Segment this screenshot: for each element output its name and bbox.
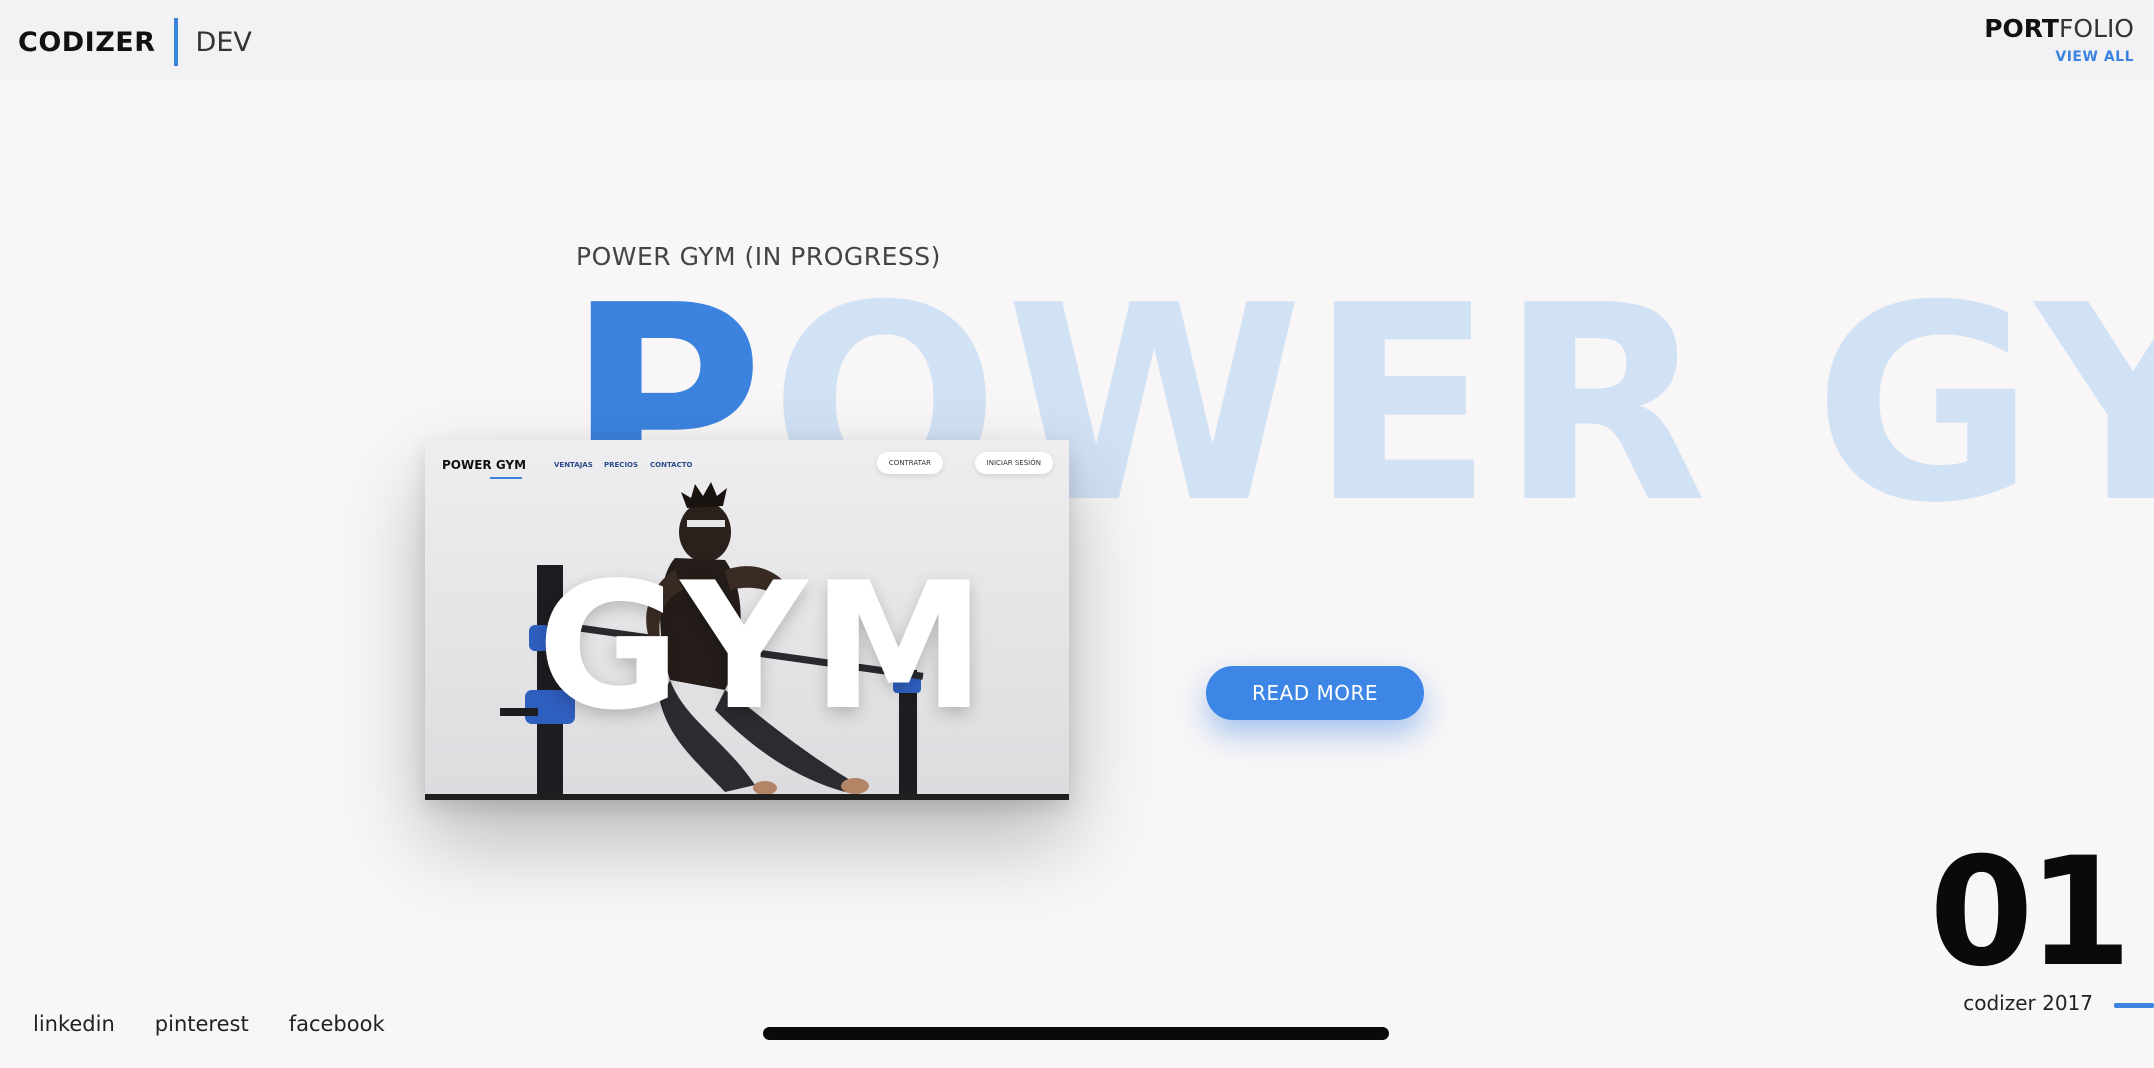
read-more-button[interactable]: READ MORE <box>1206 666 1424 720</box>
mockup-nav: POWER GYM VENTAJAS PRECIOS CONTACTO CONT… <box>442 452 1053 488</box>
mockup-link-contacto: CONTACTO <box>650 461 693 469</box>
slide-caption: codizer 2017 <box>1963 991 2093 1015</box>
portfolio-nav: PORTFOLIO VIEW ALL <box>1984 14 2134 65</box>
social-link-facebook[interactable]: facebook <box>289 1012 385 1036</box>
mockup-contratar-button: CONTRATAR <box>876 452 943 474</box>
portfolio-title[interactable]: PORTFOLIO <box>1984 14 2134 43</box>
social-link-pinterest[interactable]: pinterest <box>155 1012 249 1036</box>
mockup-hero-word: GYM <box>537 546 990 749</box>
mockup-bottom-edge <box>425 794 1069 800</box>
home-indicator[interactable] <box>763 1027 1389 1040</box>
portfolio-title-strong: PORT <box>1984 14 2059 43</box>
brand-divider <box>173 18 178 66</box>
social-links: linkedin pinterest facebook <box>33 1012 385 1036</box>
top-bar: CODIZER DEV PORTFOLIO VIEW ALL <box>0 0 2154 80</box>
mockup-link-precios: PRECIOS <box>604 461 639 469</box>
slide-progress-indicator <box>2114 1003 2154 1008</box>
social-link-linkedin[interactable]: linkedin <box>33 1012 115 1036</box>
project-preview-mockup[interactable]: POWER GYM VENTAJAS PRECIOS CONTACTO CONT… <box>425 440 1069 800</box>
brand-sub: DEV <box>195 26 252 58</box>
mockup-logo: POWER GYM <box>442 458 527 472</box>
mockup-login-button: INICIAR SESIÓN <box>974 452 1053 474</box>
mockup-logo-underline <box>490 477 522 479</box>
project-label: POWER GYM (IN PROGRESS) <box>576 242 941 271</box>
brand-name: CODIZER <box>18 26 156 58</box>
slide-number: 01 <box>1929 826 2132 1000</box>
view-all-link[interactable]: VIEW ALL <box>1984 49 2134 65</box>
portfolio-title-light: FOLIO <box>2058 14 2134 43</box>
brand-logo[interactable]: CODIZER DEV <box>18 18 252 66</box>
mockup-link-ventajas: VENTAJAS <box>554 461 593 469</box>
